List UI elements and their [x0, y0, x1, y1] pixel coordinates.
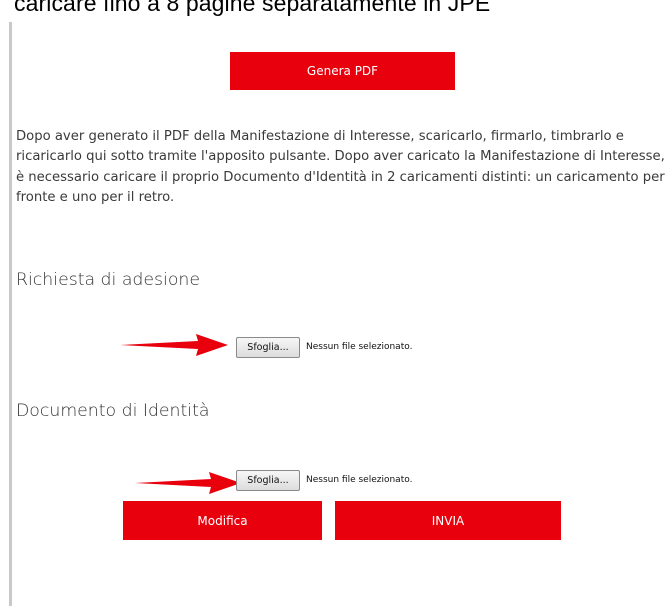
truncated-heading-text: caricare fino a 8 pagine separatamente i… [14, 0, 491, 16]
no-file-selected-label: Nessun file selezionato. [306, 342, 413, 352]
upload-page: caricare fino a 8 pagine separatamente i… [0, 0, 669, 606]
browse-button[interactable]: Sfoglia... [236, 336, 300, 358]
arrow-right-icon [135, 472, 241, 494]
send-button[interactable]: INVIA [335, 501, 561, 540]
section-title-documento-identita: Documento di Identità [16, 401, 210, 421]
arrow-right-icon [120, 334, 228, 356]
modify-button[interactable]: Modifica [123, 501, 322, 540]
generate-pdf-button[interactable]: Genera PDF [230, 52, 455, 90]
file-input-documento-identita[interactable]: Sfoglia... Nessun file selezionato. [236, 469, 412, 491]
left-border-rule [9, 22, 12, 606]
browse-button[interactable]: Sfoglia... [236, 469, 300, 491]
section-title-richiesta-adesione: Richiesta di adesione [16, 270, 200, 290]
file-input-richiesta-adesione[interactable]: Sfoglia... Nessun file selezionato. [236, 336, 412, 358]
instructions-paragraph: Dopo aver generato il PDF della Manifest… [16, 129, 665, 205]
no-file-selected-label: Nessun file selezionato. [306, 475, 413, 485]
